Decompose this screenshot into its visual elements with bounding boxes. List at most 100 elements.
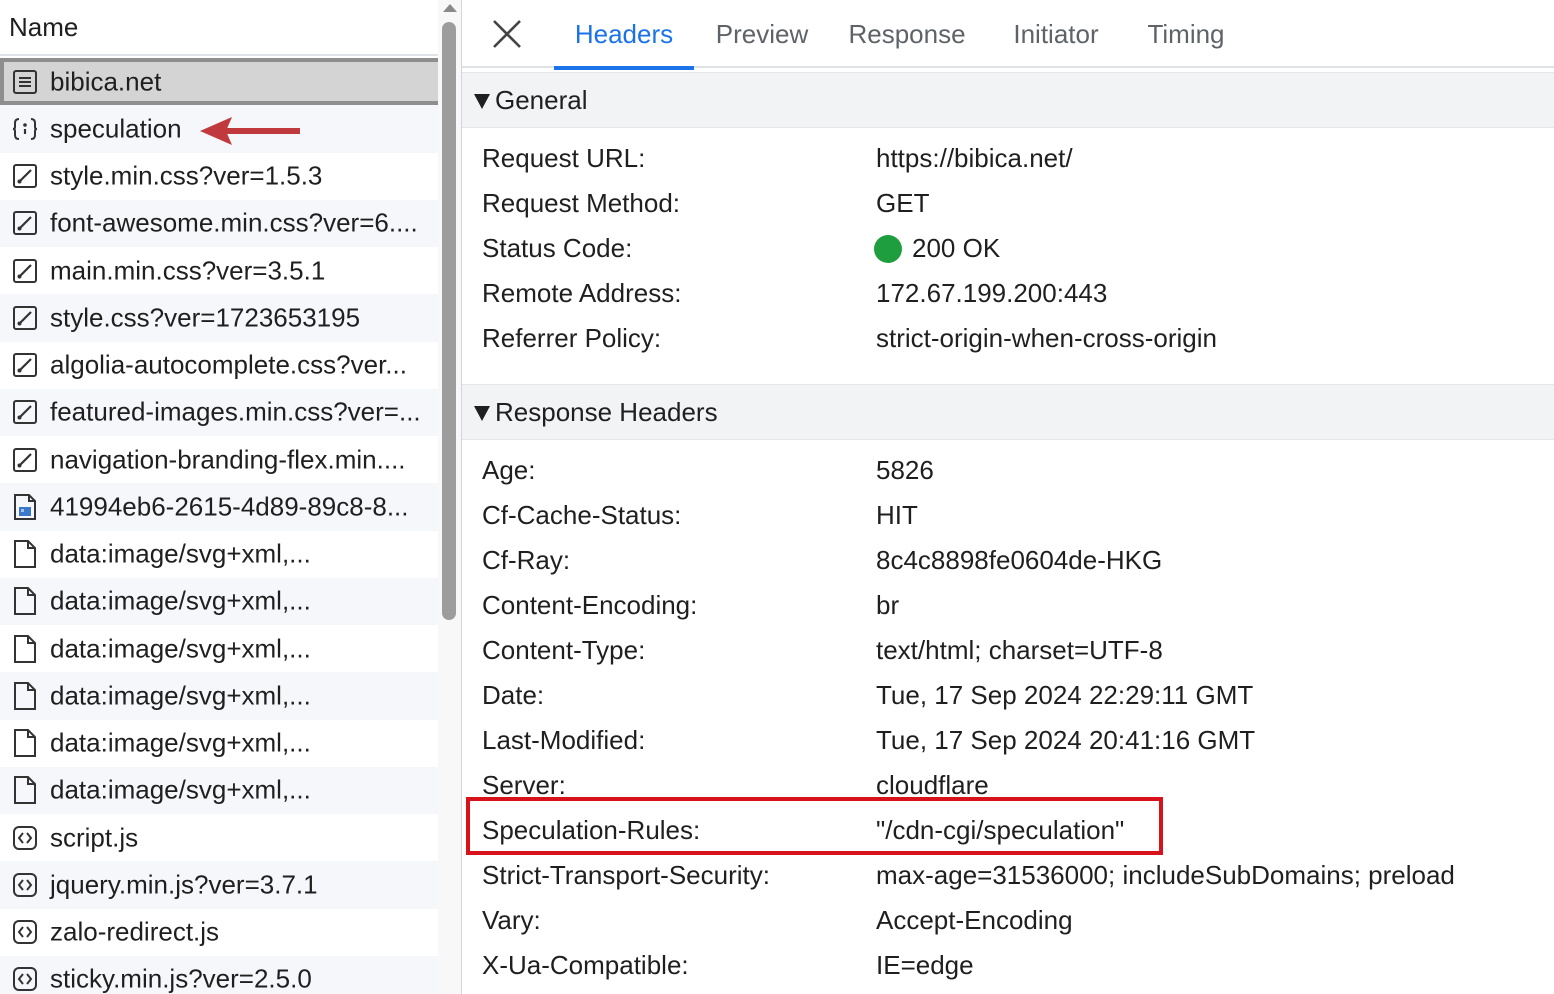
request-row[interactable]: data:image/svg+xml,... — [0, 625, 438, 673]
tab-label: Timing — [1147, 18, 1225, 49]
request-row[interactable]: data:image/svg+xml,... — [0, 577, 438, 625]
stylesheet-icon — [11, 162, 39, 190]
header-key: Content-Encoding: — [482, 590, 698, 620]
scrollbar-thumb[interactable] — [442, 22, 456, 620]
header-value[interactable]: HIT — [876, 500, 918, 531]
tab-response[interactable]: Response — [842, 0, 972, 68]
header-value[interactable]: br — [876, 590, 899, 621]
header-row: Cf-Cache-Status: HIT — [462, 492, 1554, 537]
triangle-down-icon — [474, 406, 490, 421]
response-headers-section-header[interactable]: Response Headers — [462, 384, 1554, 440]
script-icon — [11, 871, 39, 899]
request-row[interactable]: jquery.min.js?ver=3.7.1 — [0, 861, 438, 909]
annotation-arrow-icon — [200, 117, 300, 145]
tab-initiator[interactable]: Initiator — [996, 0, 1116, 68]
request-row[interactable]: navigation-branding-flex.min.... — [0, 436, 438, 484]
request-row[interactable]: main.min.css?ver=3.5.1 — [0, 247, 438, 295]
status-ok-icon — [874, 235, 902, 263]
header-key: Request URL: — [482, 143, 646, 173]
request-name: data:image/svg+xml,... — [50, 680, 311, 711]
name-column-header[interactable]: Name — [0, 0, 438, 56]
speculation-rules-icon — [11, 115, 39, 143]
request-name: bibica.net — [50, 66, 162, 97]
request-name: zalo-redirect.js — [50, 916, 220, 947]
header-row: Status Code: 200 OK — [462, 225, 1554, 270]
request-name: main.min.css?ver=3.5.1 — [50, 255, 326, 286]
file-icon — [11, 634, 39, 663]
header-row: Content-Type: text/html; charset=UTF-8 — [462, 627, 1554, 672]
header-key: Vary: — [482, 905, 541, 935]
header-row: Content-Encoding: br — [462, 582, 1554, 627]
tab-label: Response — [848, 18, 966, 49]
header-value[interactable]: 172.67.199.200:443 — [876, 278, 1107, 309]
section-title: General — [495, 85, 588, 115]
request-name: jquery.min.js?ver=3.7.1 — [50, 869, 318, 900]
header-key: Last-Modified: — [482, 725, 646, 755]
stylesheet-icon — [11, 304, 39, 332]
header-value[interactable]: GET — [876, 188, 929, 219]
request-name: data:image/svg+xml,... — [50, 774, 311, 805]
request-name: style.min.css?ver=1.5.3 — [50, 160, 323, 191]
triangle-down-icon — [474, 94, 490, 109]
header-row: Vary: Accept-Encoding — [462, 897, 1554, 942]
request-row[interactable]: zalo-redirect.js — [0, 908, 438, 956]
request-name: data:image/svg+xml,... — [50, 727, 311, 758]
stylesheet-icon — [11, 209, 39, 237]
close-icon[interactable] — [490, 17, 524, 51]
request-name: sticky.min.js?ver=2.5.0 — [50, 963, 312, 994]
stylesheet-icon — [11, 351, 39, 379]
request-list: bibica.net speculation style.min.css?ver… — [0, 58, 438, 994]
tab-headers[interactable]: Headers — [554, 0, 694, 70]
stylesheet-icon — [11, 398, 39, 426]
header-key: Referrer Policy: — [482, 323, 662, 353]
header-value[interactable]: 5826 — [876, 455, 934, 486]
request-row[interactable]: data:image/svg+xml,... — [0, 766, 438, 814]
header-value[interactable]: https://bibica.net/ — [876, 143, 1073, 174]
header-value[interactable]: Tue, 17 Sep 2024 20:41:16 GMT — [876, 725, 1255, 756]
request-row[interactable]: algolia-autocomplete.css?ver... — [0, 341, 438, 389]
request-row[interactable]: script.js — [0, 814, 438, 862]
header-value[interactable]: 8c4c8898fe0604de-HKG — [876, 545, 1162, 576]
request-row[interactable]: style.min.css?ver=1.5.3 — [0, 152, 438, 200]
tab-timing[interactable]: Timing — [1136, 0, 1236, 68]
header-value[interactable]: Tue, 17 Sep 2024 22:29:11 GMT — [876, 680, 1253, 711]
header-key: Cf-Ray: — [482, 545, 571, 575]
section-title: Response Headers — [495, 397, 718, 427]
request-name: 41994eb6-2615-4d89-89c8-8... — [50, 491, 409, 522]
header-row: Strict-Transport-Security: max-age=31536… — [462, 852, 1554, 897]
header-key: Cf-Cache-Status: — [482, 500, 682, 530]
request-row[interactable]: font-awesome.min.css?ver=6.... — [0, 199, 438, 247]
request-row[interactable]: style.css?ver=1723653195 — [0, 294, 438, 342]
header-key: Content-Type: — [482, 635, 646, 665]
request-row[interactable]: sticky.min.js?ver=2.5.0 — [0, 955, 438, 994]
header-row: Request Method: GET — [462, 180, 1554, 225]
request-row-bibica[interactable]: bibica.net — [0, 58, 438, 106]
document-icon — [11, 68, 39, 96]
name-column-label: Name — [9, 12, 79, 42]
annotation-highlight-box — [466, 797, 1163, 855]
header-value[interactable]: max-age=31536000; includeSubDomains; pre… — [876, 860, 1455, 891]
header-value[interactable]: text/html; charset=UTF-8 — [876, 635, 1163, 666]
header-row: Referrer Policy: strict-origin-when-cros… — [462, 315, 1554, 360]
request-row[interactable]: data:image/svg+xml,... — [0, 719, 438, 767]
request-row[interactable]: data:image/svg+xml,... — [0, 530, 438, 578]
file-icon — [11, 587, 39, 616]
request-row[interactable]: 41994eb6-2615-4d89-89c8-8... — [0, 483, 438, 531]
tab-label: Headers — [574, 18, 674, 49]
file-icon — [11, 776, 39, 805]
details-tab-bar: Headers Preview Response Initiator Timin… — [462, 0, 1554, 70]
request-row[interactable]: featured-images.min.css?ver=... — [0, 388, 438, 436]
script-icon — [11, 918, 39, 946]
header-value[interactable]: strict-origin-when-cross-origin — [876, 323, 1217, 354]
header-value[interactable]: IE=edge — [876, 950, 974, 981]
header-row: Request URL: https://bibica.net/ — [462, 135, 1554, 180]
header-value[interactable]: 200 OK — [912, 233, 1000, 264]
general-section-header[interactable]: General — [462, 72, 1554, 128]
request-name: font-awesome.min.css?ver=6.... — [50, 207, 418, 238]
scroll-up-arrow-icon[interactable] — [443, 4, 457, 12]
header-key: Remote Address: — [482, 278, 682, 308]
request-row[interactable]: data:image/svg+xml,... — [0, 672, 438, 720]
header-value[interactable]: Accept-Encoding — [876, 905, 1073, 936]
tab-preview[interactable]: Preview — [702, 0, 822, 68]
request-name: script.js — [50, 822, 139, 853]
